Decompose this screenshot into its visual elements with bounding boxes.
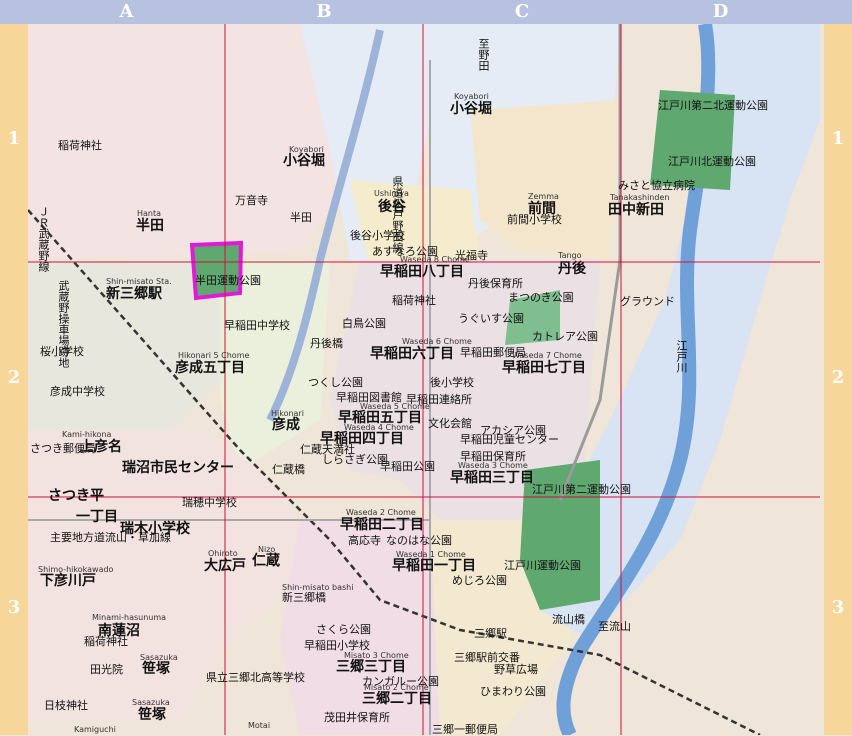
column-header-d: D — [712, 1, 729, 22]
row-label-right-3: 3 — [831, 597, 845, 618]
row-label-left-2: 2 — [7, 367, 21, 388]
column-header-a: A — [119, 1, 134, 22]
row-label-right-2: 2 — [831, 367, 845, 388]
edogawa-park-2-shape — [520, 460, 600, 610]
handa-park-highlight[interactable] — [189, 240, 244, 301]
edogawa-north-park-shape — [650, 90, 735, 190]
row-label-right-1: 1 — [831, 128, 845, 149]
column-header-b: B — [316, 1, 332, 22]
row-label-left-1: 1 — [7, 128, 21, 149]
column-header-c: C — [514, 1, 530, 22]
row-header-left: 1 2 3 — [0, 24, 28, 735]
district-handa — [28, 24, 350, 260]
map-canvas[interactable] — [28, 24, 820, 735]
row-label-left-3: 3 — [7, 597, 21, 618]
row-header-right: 1 2 3 — [824, 24, 852, 735]
district-ushiroya — [350, 180, 480, 270]
column-header-bar: A B C D — [0, 0, 852, 24]
district-misato — [280, 520, 440, 735]
